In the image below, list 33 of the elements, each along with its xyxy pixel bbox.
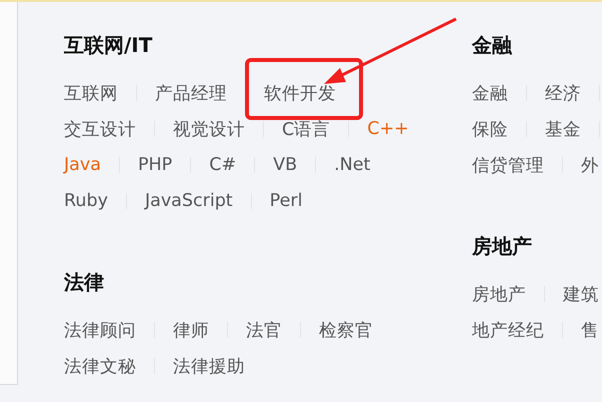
category-link[interactable]: 法律顾问	[64, 318, 136, 342]
category-link[interactable]: 软件开发	[264, 81, 336, 105]
category-link[interactable]: 交互设计	[64, 117, 136, 141]
category-link[interactable]: 互联网	[64, 81, 118, 105]
category-link[interactable]: Perl	[270, 191, 302, 211]
category-link[interactable]: C#	[209, 155, 236, 175]
category-link[interactable]: 建筑	[563, 282, 599, 306]
category-link[interactable]: 保险	[472, 117, 508, 141]
category-link[interactable]: 律师	[173, 318, 209, 342]
category-title: 法律	[64, 269, 105, 295]
category-title: 互联网/IT	[64, 32, 154, 58]
category-link[interactable]: VB	[273, 155, 298, 175]
category-link[interactable]: 法官	[246, 318, 282, 342]
category-link[interactable]: PHP	[138, 155, 172, 175]
category-title: 金融	[472, 32, 513, 58]
category-link[interactable]: 检察官	[319, 318, 373, 342]
category-title: 房地产	[472, 233, 533, 259]
category-link[interactable]: 视觉设计	[173, 117, 245, 141]
category-link[interactable]: Ruby	[64, 191, 108, 211]
category-link[interactable]: 经济	[545, 81, 581, 105]
category-link[interactable]: 法律文秘	[64, 354, 136, 378]
category-link[interactable]: 地产经纪	[472, 318, 544, 342]
category-link[interactable]: 外	[581, 153, 599, 177]
category-link[interactable]: 房地产	[472, 282, 526, 306]
category-link[interactable]: JavaScript	[144, 191, 233, 211]
category-link[interactable]: 法律援助	[173, 354, 245, 378]
category-link[interactable]: 基金	[545, 117, 581, 141]
category-link[interactable]: 信贷管理	[472, 153, 544, 177]
category-link[interactable]: 产品经理	[155, 81, 227, 105]
category-link[interactable]: 金融	[472, 81, 508, 105]
category-link[interactable]: C语言	[282, 117, 330, 141]
category-link[interactable]: 售	[581, 318, 599, 342]
category-link[interactable]: .Net	[334, 155, 370, 175]
